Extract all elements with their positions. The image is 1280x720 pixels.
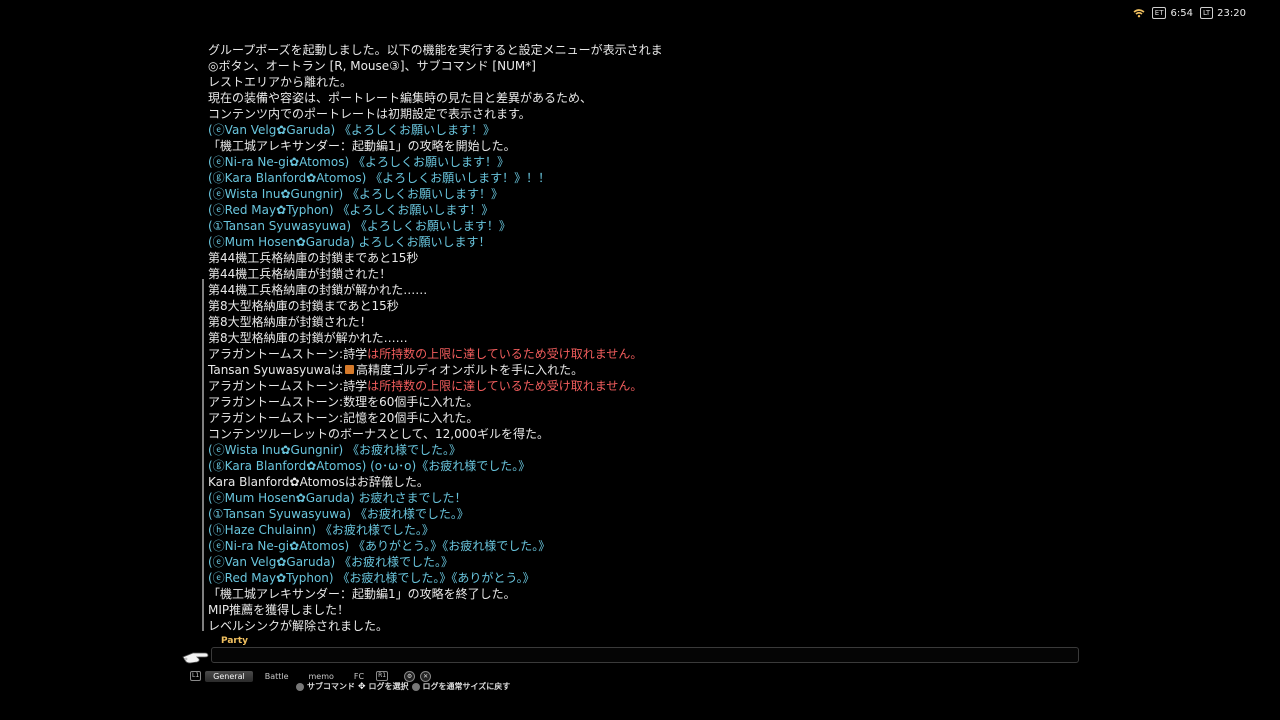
chat-line: (ⓔRed May✿Typhon) 《よろしくお願いします！》 xyxy=(208,203,494,217)
chat-line: グループポーズを起動しました。以下の機能を実行すると設定メニューが表示されます。 xyxy=(208,44,662,57)
tab-memo[interactable]: memo xyxy=(301,671,342,682)
chat-channel-label: Party xyxy=(221,636,249,646)
chat-line: Kara Blanford✿Atomosはお辞儀した。 xyxy=(208,475,429,489)
close-icon[interactable]: ✕ xyxy=(420,670,432,682)
control-hints: サブコマンド ✥ ログを選択 ログを通常サイズに戻す xyxy=(296,681,510,692)
hint-select-log: ログを選択 xyxy=(368,682,409,691)
item-name: アラガントームストーン:詩学 xyxy=(208,347,368,361)
chat-line: Tansan Syuwasyuwaは 高精度ゴルディオンボルトを手に入れた。 xyxy=(208,362,662,378)
chat-line: (ⓖKara Blanford✿Atomos) (o･ω･o)《お疲れ様でした。… xyxy=(208,459,531,473)
tab-fc[interactable]: FC xyxy=(346,671,372,682)
r1-button-icon: R1 xyxy=(376,671,389,681)
chat-line: 現在の装備や容姿は、ポートレート編集時の見た目と差異があるため、 xyxy=(208,91,593,105)
hint-reset-size: ログを通常サイズに戻す xyxy=(422,682,511,691)
chat-line: アラガントームストーン:詩学は所持数の上限に達しているため受け取れません。 xyxy=(208,378,662,394)
chat-line: (①Tansan Syuwasyuwa) 《よろしくお願いします！》 xyxy=(208,219,511,233)
error-text: は所持数の上限に達しているため受け取れません。 xyxy=(367,379,643,393)
chat-line: (①Tansan Syuwasyuwa) 《お疲れ様でした。》 xyxy=(208,507,469,521)
chat-line: コンテンツ内でのポートレートは初期設定で表示されます。 xyxy=(208,107,531,121)
chat-line: (ⓔMum Hosen✿Garuda) お疲れさまでした！ xyxy=(208,491,467,505)
item-name: アラガントームストーン:詩学 xyxy=(208,379,368,393)
chat-line: (ⓔWista Inu✿Gungnir) 《よろしくお願いします！》 xyxy=(208,187,504,201)
l1-button-icon: L1 xyxy=(190,671,202,681)
item-icon xyxy=(344,365,354,374)
chat-line: コンテンツルーレットのボーナスとして、12,000ギルを得た。 xyxy=(208,427,550,441)
hand-pointer-icon xyxy=(182,652,209,664)
chat-line: アラガントームストーン:数理を60個手に入れた。 xyxy=(208,395,479,409)
chat-line: アラガントームストーン:詩学は所持数の上限に達しているため受け取れません。 xyxy=(208,346,662,362)
player-name: Tansan Syuwasyuwaは xyxy=(208,363,343,377)
button-icon xyxy=(296,682,304,691)
chat-line: (ⓔVan Velg✿Garuda) 《よろしくお願いします！》 xyxy=(208,123,496,137)
chat-line: 第44機工兵格納庫の封鎖が解かれた…… xyxy=(208,283,428,297)
chat-line: (ⓖKara Blanford✿Atomos) 《よろしくお願いします！》！！ xyxy=(208,171,551,185)
button-icon xyxy=(411,682,420,691)
eorzea-time-label: ET xyxy=(1151,7,1167,19)
chat-line: 第44機工兵格納庫が封鎖された！ xyxy=(208,267,392,281)
chat-line: (ⓔNi-ra Ne-gi✿Atomos) 《よろしくお願いします！》 xyxy=(208,155,509,169)
settings-icon[interactable]: ⚙ xyxy=(404,670,416,682)
chat-line: (ⓔNi-ra Ne-gi✿Atomos) 《ありがとう。》《お疲れ様でした。》 xyxy=(208,539,551,553)
system-status: ET 6:54 LT 23:20 xyxy=(1133,7,1246,19)
chat-line: 「機工城アレキサンダー：起動編1」の攻略を開始した。 xyxy=(208,139,516,153)
chat-log[interactable]: グループポーズを起動しました。以下の機能を実行すると設定メニューが表示されます。… xyxy=(202,44,662,634)
eorzea-time: 6:54 xyxy=(1170,7,1193,19)
chat-line: レストエリアから離れた。 xyxy=(208,75,353,89)
hint-subcommand: サブコマンド xyxy=(307,682,355,691)
chat-line: 「機工城アレキサンダー：起動編1」の攻略を終了した。 xyxy=(208,587,516,601)
wifi-icon xyxy=(1133,8,1145,17)
chat-line: MIP推薦を獲得しました！ xyxy=(208,603,350,617)
tab-general[interactable]: General xyxy=(205,670,253,682)
chat-line: ◎ボタン、オートラン [R, Mouse③]、サブコマンド [NUM*] xyxy=(208,59,536,73)
chat-line: 第8大型格納庫が封鎖された！ xyxy=(208,315,372,329)
local-time-label: LT xyxy=(1199,7,1214,19)
chat-line: 第8大型格納庫の封鎖が解かれた…… xyxy=(208,331,408,345)
chat-line: 第8大型格納庫の封鎖まであと15秒 xyxy=(208,299,399,313)
tab-battle[interactable]: Battle xyxy=(257,671,297,682)
dpad-icon: ✥ xyxy=(358,681,366,692)
chat-line: アラガントームストーン:記憶を20個手に入れた。 xyxy=(208,411,479,425)
chat-line: (ⓗHaze Chulainn) 《お疲れ様でした。》 xyxy=(208,523,434,537)
error-text: は所持数の上限に達しているため受け取れません。 xyxy=(367,347,643,361)
chat-line: (ⓔRed May✿Typhon) 《お疲れ様でした。》《ありがとう。》 xyxy=(208,571,535,585)
chat-line: (ⓔWista Inu✿Gungnir) 《お疲れ様でした。》 xyxy=(208,443,462,457)
chat-line: 第44機工兵格納庫の封鎖まであと15秒 xyxy=(208,251,419,265)
chat-line: (ⓔMum Hosen✿Garuda) よろしくお願いします！ xyxy=(208,235,491,249)
chat-line: (ⓔVan Velg✿Garuda) 《お疲れ様でした。》 xyxy=(208,555,454,569)
item-obtained-text: 高精度ゴルディオンボルトを手に入れた。 xyxy=(355,363,584,377)
chat-line: レベルシンクが解除されました。 xyxy=(208,619,389,633)
chat-input[interactable] xyxy=(211,647,1079,663)
local-time: 23:20 xyxy=(1217,7,1246,19)
